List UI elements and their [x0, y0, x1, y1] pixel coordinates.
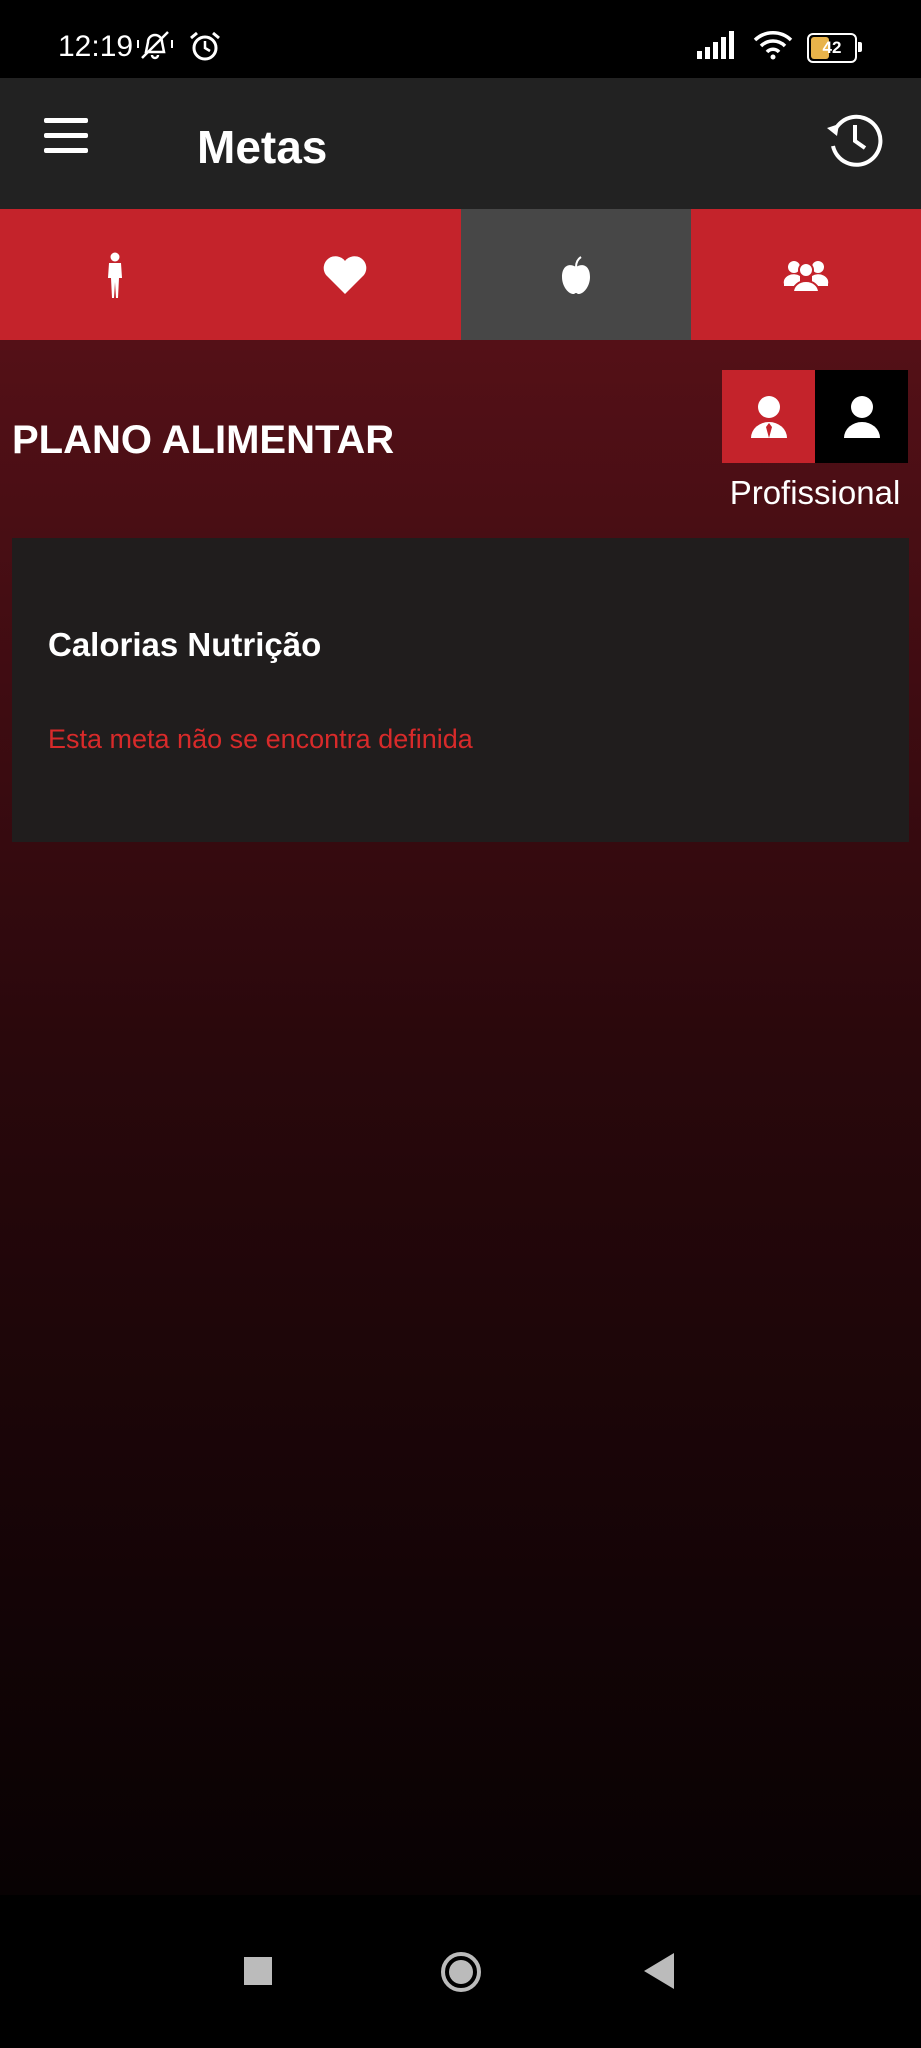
battery-icon: 42: [807, 32, 862, 63]
personal-toggle[interactable]: [815, 370, 908, 463]
status-bar: 12:19 42: [0, 0, 921, 78]
tab-group[interactable]: [690, 209, 921, 340]
back-button[interactable]: [644, 1953, 674, 1994]
menu-icon-line: [44, 148, 88, 153]
menu-icon-line: [44, 133, 88, 138]
heart-icon: [324, 255, 367, 294]
home-icon: [441, 1952, 481, 1992]
tab-nutrition[interactable]: [460, 209, 691, 340]
body-icon: [108, 252, 123, 298]
group-icon: [783, 260, 829, 292]
recent-apps-icon: [244, 1957, 272, 1985]
status-right-icons: 42: [697, 30, 862, 65]
tab-body[interactable]: [0, 209, 231, 340]
content-area: PLANO ALIMENTAR Profissional Calorias Nu…: [0, 340, 921, 1895]
page-title: Metas: [197, 121, 328, 173]
tab-health[interactable]: [230, 209, 461, 340]
home-button[interactable]: [440, 1951, 482, 1998]
wifi-icon: [753, 30, 793, 65]
signal-icon: [697, 31, 739, 64]
notifications-off-icon: [136, 30, 174, 67]
category-tabs: [0, 209, 921, 340]
goal-card-title: Calorias Nutrição: [48, 626, 322, 663]
battery-level: 42: [822, 37, 842, 57]
recent-apps-button[interactable]: [244, 1957, 272, 1990]
app-bar: Metas: [0, 78, 921, 209]
apple-icon: [561, 255, 590, 294]
menu-button[interactable]: [36, 118, 92, 168]
goal-card-message: Esta meta não se encontra definida: [48, 724, 473, 754]
menu-icon: [44, 118, 88, 123]
status-time: 12:19: [58, 30, 134, 63]
user-icon: [843, 395, 880, 438]
goal-card[interactable]: Calorias Nutrição Esta meta não se encon…: [12, 538, 909, 842]
back-icon: [644, 1953, 674, 1989]
goal-owner-toggle: [722, 370, 908, 463]
status-left-icons: [136, 30, 222, 67]
professional-user-icon: [750, 395, 787, 438]
history-button[interactable]: [823, 108, 887, 172]
professional-toggle[interactable]: [722, 370, 815, 463]
system-nav-bar: [0, 1895, 921, 2048]
section-title: PLANO ALIMENTAR: [12, 418, 395, 462]
toggle-caption: Profissional: [729, 474, 901, 511]
alarm-icon: [188, 30, 222, 67]
history-icon: [827, 114, 883, 167]
